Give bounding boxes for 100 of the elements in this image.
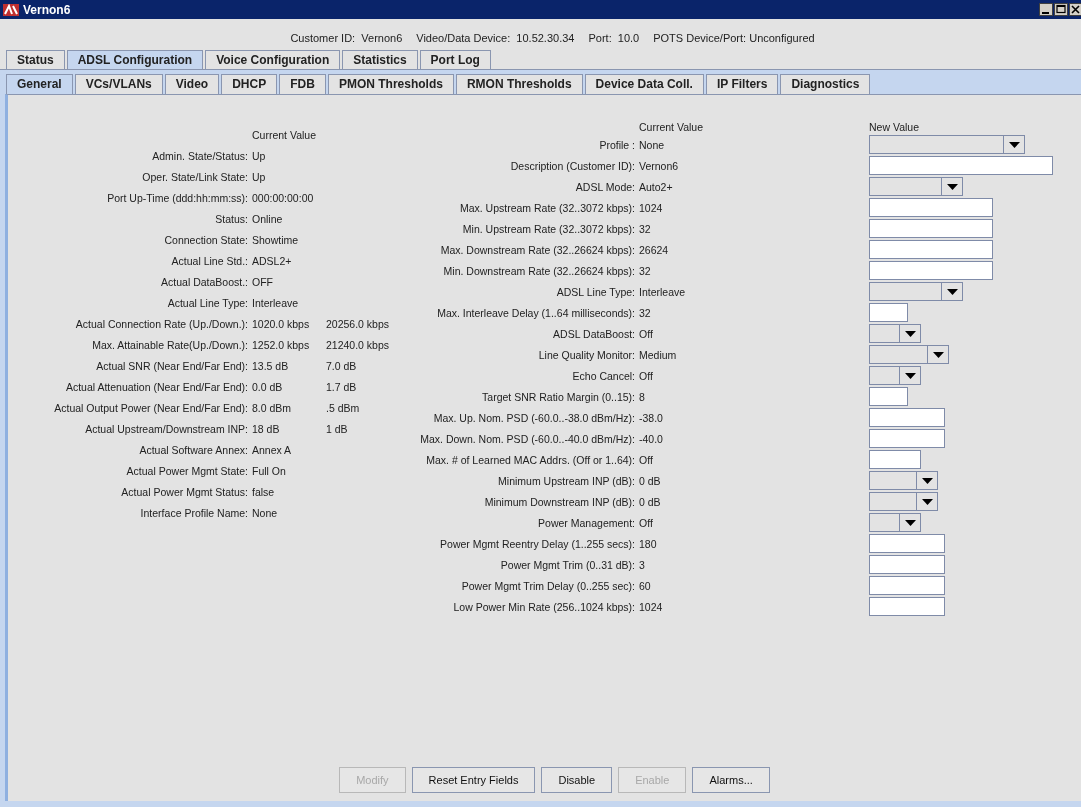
input-field[interactable]: [869, 156, 1053, 175]
field-label: Echo Cancel:: [572, 369, 635, 382]
tab[interactable]: Statistics: [342, 50, 418, 69]
tab[interactable]: PMON Thresholds: [327, 74, 454, 94]
field-label: Power Mgmt Reentry Delay (1..255 secs):: [440, 537, 635, 550]
tab[interactable]: ADSL Configuration: [66, 50, 204, 69]
dropdown[interactable]: [869, 513, 921, 532]
field-value: Interleave: [252, 296, 299, 309]
field-value: 1024: [639, 201, 663, 214]
tab[interactable]: FDB: [279, 74, 326, 94]
field-value: 1.7 dB: [326, 380, 357, 393]
field-label: ADSL DataBoost:: [553, 327, 635, 340]
input-field[interactable]: [869, 303, 908, 322]
info-text: Video/Data Device: 10.52.30.34: [416, 32, 575, 44]
field-label: Profile :: [599, 138, 635, 151]
info-text: POTS Device/Port: Unconfigured: [653, 32, 815, 44]
field-value: 20256.0 kbps: [326, 317, 390, 330]
dropdown[interactable]: [869, 324, 921, 343]
field-value: Online: [252, 212, 283, 225]
dropdown[interactable]: [869, 345, 949, 364]
field-value: 180: [639, 537, 657, 550]
dropdown[interactable]: [869, 471, 938, 490]
field-value: .5 dBm: [326, 401, 360, 414]
tab[interactable]: DHCP: [221, 74, 278, 94]
close-icon[interactable]: [1069, 3, 1081, 16]
caret-down-icon: [921, 498, 933, 505]
field-value: 1 dB: [326, 422, 348, 435]
field-label: Actual Line Std.:: [171, 254, 248, 267]
caret-down-icon: [1008, 141, 1020, 148]
dropdown[interactable]: [869, 366, 921, 385]
action-button[interactable]: Alarms...: [692, 767, 770, 793]
field-value: Up: [252, 149, 266, 162]
input-field[interactable]: [869, 240, 993, 259]
field-value: Medium: [639, 348, 677, 361]
field-value: 13.5 dB: [252, 359, 289, 372]
tab[interactable]: Device Data Coll.: [584, 74, 704, 94]
minimize-icon[interactable]: [1039, 3, 1053, 16]
input-field[interactable]: [869, 261, 993, 280]
caret-down-icon: [946, 288, 958, 295]
tab[interactable]: General: [6, 74, 73, 94]
field-value: Auto2+: [639, 180, 673, 193]
maximize-icon[interactable]: [1054, 3, 1068, 16]
tab[interactable]: IP Filters: [705, 74, 779, 94]
input-field[interactable]: [869, 387, 908, 406]
field-value: -40.0: [639, 432, 663, 445]
field-label: Actual Line Type:: [167, 296, 248, 309]
input-field[interactable]: [869, 576, 945, 595]
input-field[interactable]: [869, 534, 945, 553]
input-field[interactable]: [869, 429, 945, 448]
field-label: Minimum Upstream INP (dB):: [498, 474, 635, 487]
tab[interactable]: Port Log: [419, 50, 491, 69]
field-label: Actual Upstream/Downstream INP:: [85, 422, 248, 435]
action-button[interactable]: Disable: [541, 767, 613, 793]
field-value: 000:00:00:00: [252, 191, 314, 204]
field-value: Off: [639, 516, 653, 529]
field-value: 0 dB: [639, 474, 661, 487]
field-label: Max. Up. Nom. PSD (-60.0..-38.0 dBm/Hz):: [433, 411, 635, 424]
input-field[interactable]: [869, 198, 993, 217]
tab[interactable]: Video: [164, 74, 220, 94]
field-label: Max. # of Learned MAC Addrs. (Off or 1..64):: [426, 453, 635, 466]
field-label: Max. Interleave Delay (1..64 milliseconds):: [437, 306, 635, 319]
input-field[interactable]: [869, 597, 945, 616]
field-value: Up: [252, 170, 266, 183]
caret-down-icon: [946, 183, 958, 190]
field-value: Off: [639, 369, 653, 382]
input-field[interactable]: [869, 555, 945, 574]
field-value: -38.0: [639, 411, 663, 424]
app-logo-icon: [3, 3, 19, 16]
field-value: 26624: [639, 243, 669, 256]
field-value: 7.0 dB: [326, 359, 357, 372]
field-label: Actual Output Power (Near End/Far End):: [54, 401, 248, 414]
tab[interactable]: Diagnostics: [780, 74, 871, 94]
field-value: false: [252, 485, 275, 498]
field-label: Line Quality Monitor:: [538, 348, 635, 361]
tab[interactable]: VCs/VLANs: [74, 74, 163, 94]
caret-down-icon: [921, 477, 933, 484]
input-field[interactable]: [869, 219, 993, 238]
field-label: Min. Upstream Rate (32..3072 kbps):: [462, 222, 635, 235]
field-label: Power Management:: [538, 516, 635, 529]
field-value: Vernon6: [639, 159, 679, 172]
field-value: None: [639, 138, 665, 151]
column-header: New Value: [869, 120, 919, 133]
dropdown[interactable]: [869, 492, 938, 511]
tab[interactable]: Voice Configuration: [205, 50, 341, 69]
field-value: Off: [639, 453, 653, 466]
field-label: Minimum Downstream INP (dB):: [484, 495, 635, 508]
input-field[interactable]: [869, 450, 921, 469]
field-value: Annex A: [252, 443, 292, 456]
action-button[interactable]: Reset Entry Fields: [411, 767, 536, 793]
tab[interactable]: RMON Thresholds: [455, 74, 583, 94]
field-label: Actual Power Mgmt Status:: [121, 485, 248, 498]
field-label: Actual SNR (Near End/Far End):: [96, 359, 248, 372]
field-label: ADSL Line Type:: [556, 285, 635, 298]
column-header: Current Value: [252, 128, 317, 141]
field-label: Max. Downstream Rate (32..26624 kbps):: [440, 243, 635, 256]
info-text: Port: 10.0: [588, 32, 640, 44]
field-label: Oper. State/Link State:: [142, 170, 248, 183]
field-value: 0 dB: [639, 495, 661, 508]
input-field[interactable]: [869, 408, 945, 427]
tab[interactable]: Status: [6, 50, 65, 69]
